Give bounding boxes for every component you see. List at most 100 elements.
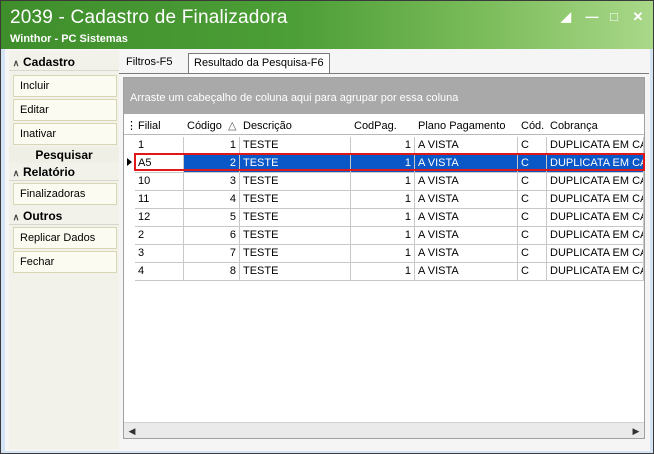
cell-codpag[interactable]: 1: [351, 209, 415, 227]
cell-codigo[interactable]: 6: [184, 227, 240, 245]
column-header-descricao[interactable]: Descrição: [243, 118, 351, 134]
cell-plano[interactable]: A VISTA: [415, 227, 518, 245]
cell-filial[interactable]: 4: [135, 263, 184, 281]
cell-cobranca[interactable]: DUPLICATA EM CARTEIRA: [547, 155, 644, 173]
incluir-button[interactable]: Incluir: [13, 75, 117, 97]
cell-cobranca[interactable]: DUPLICATA EM CARTEIRA: [547, 137, 644, 155]
cell-cod[interactable]: C: [518, 191, 547, 209]
tab-resultado[interactable]: Resultado da Pesquisa-F6: [188, 53, 330, 73]
column-chooser-icon[interactable]: ⋮⋮: [126, 118, 136, 134]
cell-codpag[interactable]: 1: [351, 173, 415, 191]
cell-codpag[interactable]: 1: [351, 263, 415, 281]
cell-codigo[interactable]: 1: [184, 137, 240, 155]
section-cadastro[interactable]: ∧ Cadastro: [9, 53, 119, 71]
cell-plano[interactable]: A VISTA: [415, 173, 518, 191]
sidebar: ∧ Cadastro Incluir Editar Inativar Pesqui…: [9, 51, 119, 449]
cell-cod[interactable]: C: [518, 263, 547, 281]
cell-cod[interactable]: C: [518, 173, 547, 191]
section-outros-label: Outros: [23, 209, 63, 223]
cell-codigo[interactable]: 7: [184, 245, 240, 263]
cell-codpag[interactable]: 1: [351, 137, 415, 155]
cell-cod[interactable]: C: [518, 155, 547, 173]
cell-plano[interactable]: A VISTA: [415, 137, 518, 155]
cell-filial[interactable]: 3: [135, 245, 184, 263]
cell-filial[interactable]: 12: [135, 209, 184, 227]
cell-codpag[interactable]: 1: [351, 227, 415, 245]
replicar-dados-button[interactable]: Replicar Dados: [13, 227, 117, 249]
section-outros[interactable]: ∧ Outros: [9, 207, 119, 225]
cell-codigo[interactable]: 5: [184, 209, 240, 227]
cell-descricao[interactable]: TESTE: [240, 155, 351, 173]
cell-cod[interactable]: C: [518, 209, 547, 227]
cell-codigo[interactable]: 8: [184, 263, 240, 281]
cell-plano[interactable]: A VISTA: [415, 263, 518, 281]
editar-button[interactable]: Editar: [13, 99, 117, 121]
cell-cobranca[interactable]: DUPLICATA EM CARTEIRA: [547, 209, 644, 227]
cell-descricao[interactable]: TESTE: [240, 227, 351, 245]
cell-cod[interactable]: C: [518, 245, 547, 263]
cell-codpag[interactable]: 1: [351, 245, 415, 263]
horizontal-scrollbar[interactable]: ◀ ▶: [124, 422, 644, 438]
pesquisar-button[interactable]: Pesquisar: [9, 147, 119, 163]
column-header-filial[interactable]: Filial: [138, 118, 182, 134]
cell-filial[interactable]: 1: [135, 137, 184, 155]
restore-icon[interactable]: ◢: [557, 9, 575, 25]
cell-cod[interactable]: C: [518, 137, 547, 155]
close-icon[interactable]: ✕: [629, 9, 647, 25]
cell-cod[interactable]: C: [518, 227, 547, 245]
scroll-right-icon[interactable]: ▶: [628, 423, 644, 439]
chevron-up-icon: ∧: [12, 168, 20, 178]
cell-descricao[interactable]: TESTE: [240, 137, 351, 155]
cell-descricao[interactable]: TESTE: [240, 173, 351, 191]
minimize-icon[interactable]: —: [583, 9, 601, 25]
cell-codigo[interactable]: 2: [184, 155, 240, 173]
header-separator: [124, 134, 644, 135]
cell-descricao[interactable]: TESTE: [240, 209, 351, 227]
cell-codpag[interactable]: 1: [351, 191, 415, 209]
results-grid: Arraste um cabeçalho de coluna aqui para…: [123, 77, 645, 439]
cell-plano[interactable]: A VISTA: [415, 209, 518, 227]
chevron-up-icon: ∧: [12, 212, 20, 222]
cell-descricao[interactable]: TESTE: [240, 245, 351, 263]
cell-filial[interactable]: 10: [135, 173, 184, 191]
section-relatorio-label: Relatório: [23, 165, 76, 179]
cell-descricao[interactable]: TESTE: [240, 191, 351, 209]
cell-plano[interactable]: A VISTA: [415, 245, 518, 263]
section-cadastro-label: Cadastro: [23, 55, 76, 69]
tab-filtros[interactable]: Filtros-F5: [121, 53, 177, 73]
app-window: 2039 - Cadastro de Finalizadora Winthor …: [0, 0, 654, 454]
finalizadoras-button[interactable]: Finalizadoras: [13, 183, 117, 205]
window-body: ∧ Cadastro Incluir Editar Inativar Pesqui…: [5, 49, 650, 451]
title-bar[interactable]: 2039 - Cadastro de Finalizadora Winthor …: [1, 1, 653, 49]
cell-codigo[interactable]: 3: [184, 173, 240, 191]
scroll-left-icon[interactable]: ◀: [124, 423, 140, 439]
row-indicator-icon: [127, 158, 132, 166]
cell-descricao[interactable]: TESTE: [240, 263, 351, 281]
cell-plano[interactable]: A VISTA: [415, 191, 518, 209]
section-relatorio[interactable]: ∧ Relatório: [9, 163, 119, 181]
sort-ascending-icon: △: [228, 120, 237, 132]
group-by-panel[interactable]: Arraste um cabeçalho de coluna aqui para…: [124, 78, 644, 114]
maximize-icon[interactable]: □: [605, 9, 623, 25]
window-title: 2039 - Cadastro de Finalizadora: [10, 7, 288, 28]
fechar-button[interactable]: Fechar: [13, 251, 117, 273]
window-subtitle: Winthor - PC Sistemas: [10, 33, 128, 45]
column-header-codpag[interactable]: CodPag.: [354, 118, 416, 134]
inativar-button[interactable]: Inativar: [13, 123, 117, 145]
cell-filial[interactable]: 2: [135, 227, 184, 245]
column-header-codigo[interactable]: Código: [187, 118, 227, 134]
cell-filial[interactable]: A5: [135, 155, 184, 173]
cell-cobranca[interactable]: DUPLICATA EM CARTEIRA: [547, 191, 644, 209]
tab-divider: [119, 73, 649, 74]
column-header-cod[interactable]: Cód.: [521, 118, 547, 134]
cell-codigo[interactable]: 4: [184, 191, 240, 209]
column-header-cobranca[interactable]: Cobrança: [550, 118, 644, 134]
cell-cobranca[interactable]: DUPLICATA EM CARTEIRA: [547, 173, 644, 191]
column-header-plano[interactable]: Plano Pagamento: [418, 118, 518, 134]
cell-cobranca[interactable]: DUPLICATA EM CARTEIRA: [547, 227, 644, 245]
cell-cobranca[interactable]: DUPLICATA EM CARTEIRA: [547, 263, 644, 281]
cell-codpag[interactable]: 1: [351, 155, 415, 173]
cell-cobranca[interactable]: DUPLICATA EM CARTEIRA: [547, 245, 644, 263]
cell-filial[interactable]: 11: [135, 191, 184, 209]
cell-plano[interactable]: A VISTA: [415, 155, 518, 173]
